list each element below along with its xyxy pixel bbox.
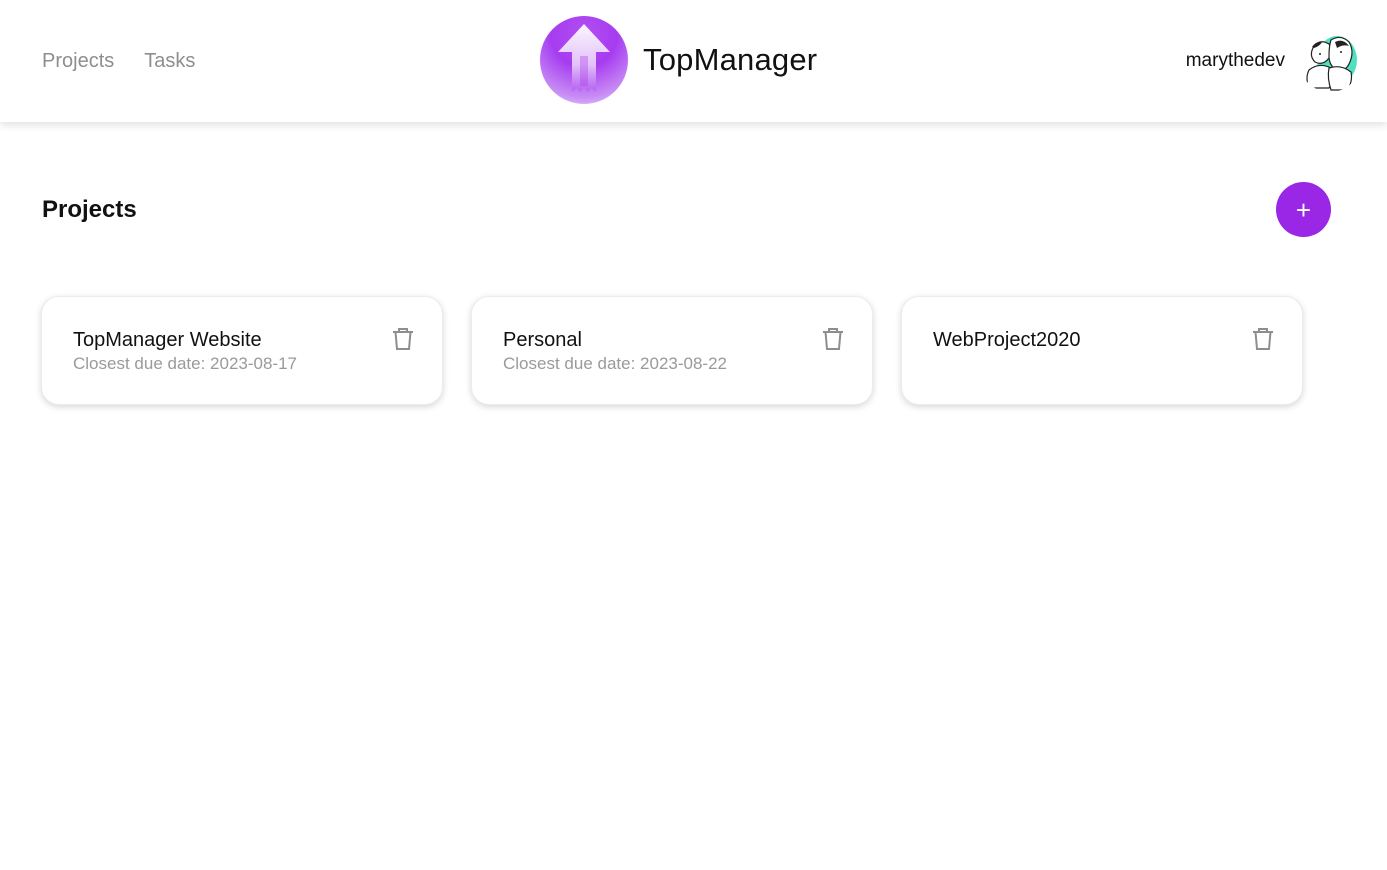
main-content: Projects + TopManager Website Closest du… — [0, 122, 1387, 870]
project-name: TopManager Website — [73, 329, 262, 351]
app: Projects Tasks TopManager marythedev Pro… — [0, 0, 1387, 870]
main-nav: Projects Tasks — [42, 48, 195, 74]
trash-icon[interactable] — [392, 327, 414, 351]
project-due-date: Closest due date: 2023-08-22 — [503, 354, 727, 373]
top-header: Projects Tasks TopManager marythedev — [0, 0, 1387, 122]
project-name: Personal — [503, 329, 582, 351]
brand[interactable]: TopManager — [540, 16, 817, 104]
project-due-date: Closest due date: 2023-08-17 — [73, 354, 297, 373]
project-card[interactable]: WebProject2020 — [901, 296, 1303, 405]
plus-icon: + — [1295, 194, 1312, 225]
nav-tasks-link[interactable]: Tasks — [144, 48, 195, 74]
add-project-button[interactable]: + — [1276, 182, 1331, 237]
app-title: TopManager — [643, 42, 818, 77]
nav-projects-link[interactable]: Projects — [42, 48, 114, 74]
project-card[interactable]: TopManager Website Closest due date: 202… — [41, 296, 443, 405]
user-menu[interactable]: marythedev — [1186, 30, 1361, 92]
avatar[interactable] — [1299, 30, 1361, 92]
logo-arrow-up-icon — [540, 16, 628, 104]
project-card[interactable]: Personal Closest due date: 2023-08-22 — [471, 296, 873, 405]
username: marythedev — [1185, 50, 1285, 71]
trash-icon[interactable] — [1252, 327, 1274, 351]
trash-icon[interactable] — [822, 327, 844, 351]
page-title: Projects — [42, 196, 137, 223]
project-name: WebProject2020 — [933, 329, 1081, 351]
project-list: TopManager Website Closest due date: 202… — [41, 296, 1303, 405]
